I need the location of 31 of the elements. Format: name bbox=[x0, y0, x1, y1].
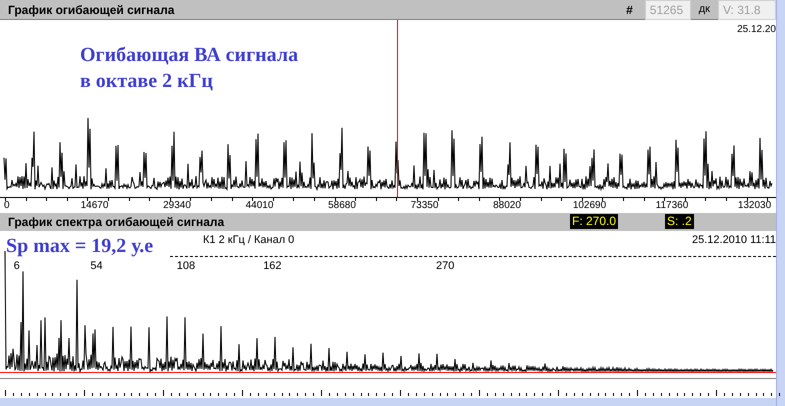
peak-label: 162 bbox=[263, 260, 282, 272]
peak-label: 6 bbox=[14, 260, 20, 272]
panel-title: График огибающей сигнала bbox=[8, 2, 176, 18]
dc-label: дк bbox=[698, 2, 711, 18]
peak-label: 270 bbox=[436, 260, 454, 272]
chart-date: 25.12.20 bbox=[737, 23, 776, 37]
axis-label: 73350 bbox=[410, 200, 438, 212]
axis-label: 29340 bbox=[163, 200, 191, 212]
axis-label: 44010 bbox=[246, 200, 274, 212]
frequency-badge: F: 270.0 bbox=[570, 214, 618, 230]
peak-label: 108 bbox=[176, 260, 196, 272]
horizontal-scrollbar[interactable] bbox=[0, 398, 776, 406]
axis-label: 0 bbox=[4, 200, 10, 212]
panel-title: График спектра огибающей сигнала bbox=[8, 214, 224, 231]
chart-annotation: Огибающая ВА сигнала bbox=[80, 43, 298, 68]
axis-label: 117360 bbox=[656, 200, 688, 212]
chart-annotation: в октаве 2 кГц bbox=[80, 69, 214, 94]
caption: К1 2 кГц / Канал 0 bbox=[203, 233, 294, 248]
axis-label: 58680 bbox=[328, 200, 356, 212]
axis-label: 88020 bbox=[493, 200, 521, 212]
s-badge: S: .2 bbox=[665, 214, 694, 230]
hash-label: # bbox=[625, 2, 634, 18]
vertical-scrollbar[interactable] bbox=[776, 0, 785, 406]
peak-label: 54 bbox=[90, 260, 103, 272]
value-field[interactable]: V: 31.8 bbox=[718, 0, 776, 20]
chart-date: 25.12.2010 11:11 bbox=[692, 233, 776, 248]
cursor-line[interactable] bbox=[397, 20, 398, 197]
axis-label: 132030 bbox=[738, 200, 772, 212]
axis-label: 102690 bbox=[572, 200, 606, 212]
count-field[interactable]: 51265 bbox=[644, 0, 691, 20]
axis-label: 14670 bbox=[80, 200, 108, 212]
